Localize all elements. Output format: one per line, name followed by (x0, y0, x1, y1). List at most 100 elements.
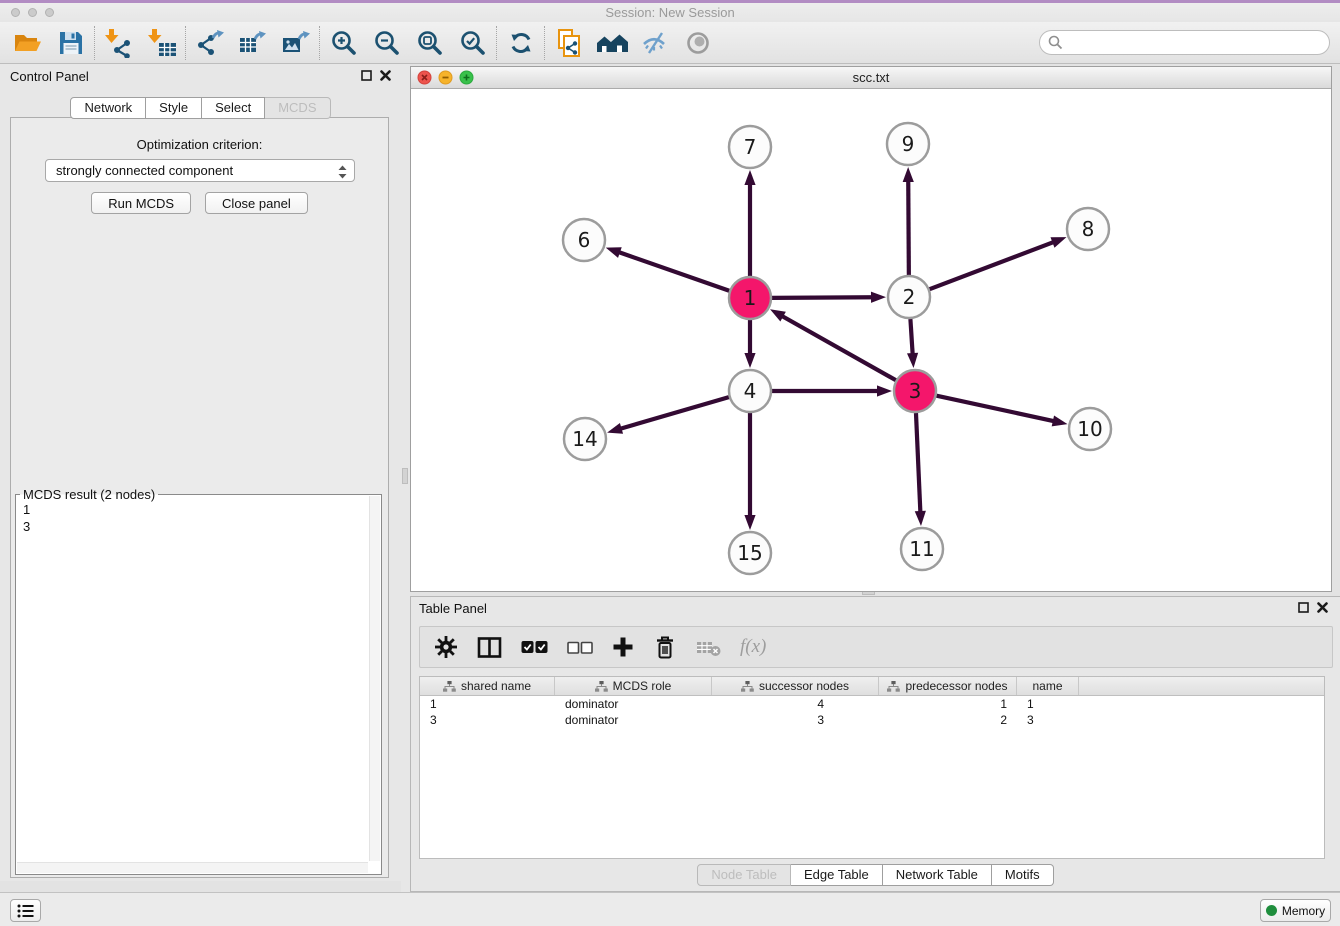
table-cell[interactable]: 3 (712, 712, 879, 728)
close-panel-icon[interactable] (1317, 602, 1328, 613)
table-row[interactable]: 3dominator323 (420, 712, 1324, 728)
save-session-button[interactable] (49, 25, 92, 61)
column-header-shared-name[interactable]: shared name (420, 677, 555, 695)
close-panel-icon[interactable] (380, 70, 391, 81)
toolbar-separator (185, 26, 186, 60)
search-input[interactable] (1039, 30, 1330, 55)
zoom-selected-button[interactable] (451, 25, 494, 61)
graph-edge-1-6[interactable] (617, 252, 729, 291)
table-cell[interactable]: 1 (879, 696, 1017, 712)
memory-button[interactable]: Memory (1260, 899, 1331, 922)
float-panel-icon[interactable] (361, 70, 372, 81)
network-window-title: scc.txt (411, 70, 1331, 85)
criterion-select[interactable]: strongly connected component (45, 159, 355, 182)
import-network-button[interactable] (97, 25, 140, 61)
hide-panels-button[interactable] (633, 25, 676, 61)
columns-icon (477, 636, 502, 659)
criterion-value: strongly connected component (56, 163, 233, 178)
zoom-out-icon (373, 29, 401, 57)
mcds-result-box[interactable]: MCDS result (2 nodes) 1 3 (15, 494, 382, 875)
graph-edge-2-9[interactable] (908, 179, 909, 275)
graph-edge-2-3[interactable] (910, 319, 912, 356)
network-canvas[interactable]: 1234678910111415 (411, 89, 1331, 591)
result-vertical-scrollbar[interactable] (369, 496, 380, 861)
column-header-MCDS-role[interactable]: MCDS role (555, 677, 712, 695)
clone-network-button[interactable] (547, 25, 590, 61)
graph-edge-arrowhead (877, 385, 892, 396)
table-cell[interactable]: dominator (555, 712, 712, 728)
column-header-label: shared name (461, 679, 531, 693)
table-settings-button[interactable] (434, 635, 458, 659)
table-cell[interactable]: 3 (1017, 712, 1079, 728)
column-header-predecessor-nodes[interactable]: predecessor nodes (879, 677, 1017, 695)
export-network-button[interactable] (188, 25, 231, 61)
function-builder-button[interactable]: f(x) (740, 636, 766, 658)
open-session-button[interactable] (6, 25, 49, 61)
table-cell[interactable]: 3 (420, 712, 555, 728)
network-minimize-icon[interactable] (438, 70, 453, 85)
home-view-button[interactable] (590, 25, 633, 61)
table-cell[interactable]: 1 (420, 696, 555, 712)
result-horizontal-scrollbar[interactable] (17, 862, 368, 873)
run-mcds-button[interactable]: Run MCDS (91, 192, 191, 214)
zoom-out-button[interactable] (365, 25, 408, 61)
graph-edge-1-2[interactable] (772, 297, 874, 298)
graph-edge-3-1[interactable] (780, 315, 895, 380)
import-table-button[interactable] (140, 25, 183, 61)
task-history-button[interactable] (10, 899, 41, 922)
table-cell[interactable]: 2 (879, 712, 1017, 728)
network-maximize-icon[interactable] (459, 70, 474, 85)
column-header-successor-nodes[interactable]: successor nodes (712, 677, 879, 695)
tab-network[interactable]: Network (70, 97, 146, 119)
graph-node-label: 10 (1077, 417, 1102, 441)
float-panel-icon[interactable] (1298, 602, 1309, 613)
show-columns-button[interactable] (477, 636, 502, 659)
graph-edge-2-8[interactable] (930, 241, 1056, 289)
graph-node-label: 7 (744, 135, 757, 159)
zoom-in-button[interactable] (322, 25, 365, 61)
show-panels-button[interactable] (676, 25, 719, 61)
export-network-icon (195, 28, 225, 58)
table-row[interactable]: 1dominator411 (420, 696, 1324, 712)
select-all-button[interactable] (521, 640, 548, 654)
export-image-button[interactable] (274, 25, 317, 61)
trash-icon (653, 635, 677, 660)
toolbar-separator (94, 26, 95, 60)
network-window-titlebar[interactable]: scc.txt (411, 67, 1331, 89)
tab-mcds[interactable]: MCDS (265, 97, 330, 119)
mcds-result-title: MCDS result (2 nodes) (20, 487, 158, 502)
table-cell[interactable]: dominator (555, 696, 712, 712)
network-close-icon[interactable] (417, 70, 432, 85)
tab-select[interactable]: Select (202, 97, 265, 119)
refresh-view-button[interactable] (499, 25, 542, 61)
graph-edge-3-11[interactable] (916, 413, 920, 514)
table-cell[interactable]: 1 (1017, 696, 1079, 712)
vertical-split-grip[interactable] (402, 468, 408, 484)
delete-column-button[interactable] (653, 635, 677, 660)
export-table-button[interactable] (231, 25, 274, 61)
deselect-all-button[interactable] (567, 641, 593, 654)
graph-edge-4-14[interactable] (619, 397, 729, 429)
graph-node-label: 6 (578, 228, 591, 252)
tab-node-table[interactable]: Node Table (697, 864, 791, 886)
vertical-split-divider[interactable] (401, 64, 410, 892)
tab-edge-table[interactable]: Edge Table (791, 864, 883, 886)
tab-motifs[interactable]: Motifs (992, 864, 1054, 886)
status-bar: Memory (0, 892, 1340, 926)
table-panel: Table Panel (410, 596, 1340, 892)
graph-edge-arrowhead (744, 170, 755, 185)
plus-icon (612, 636, 634, 658)
graph-edge-arrowhead (1050, 237, 1066, 248)
add-column-button[interactable] (612, 636, 634, 658)
table-cell[interactable]: 4 (712, 696, 879, 712)
column-header-name[interactable]: name (1017, 677, 1079, 695)
tab-style[interactable]: Style (146, 97, 202, 119)
table-toolbar: f(x) (419, 626, 1333, 668)
zoom-fit-button[interactable] (408, 25, 451, 61)
graph-edge-3-10[interactable] (936, 396, 1055, 422)
close-panel-button[interactable]: Close panel (205, 192, 308, 214)
delete-table-button[interactable] (696, 638, 721, 657)
graph-node-label: 1 (744, 286, 757, 310)
import-network-icon (104, 28, 134, 58)
tab-network-table[interactable]: Network Table (883, 864, 992, 886)
